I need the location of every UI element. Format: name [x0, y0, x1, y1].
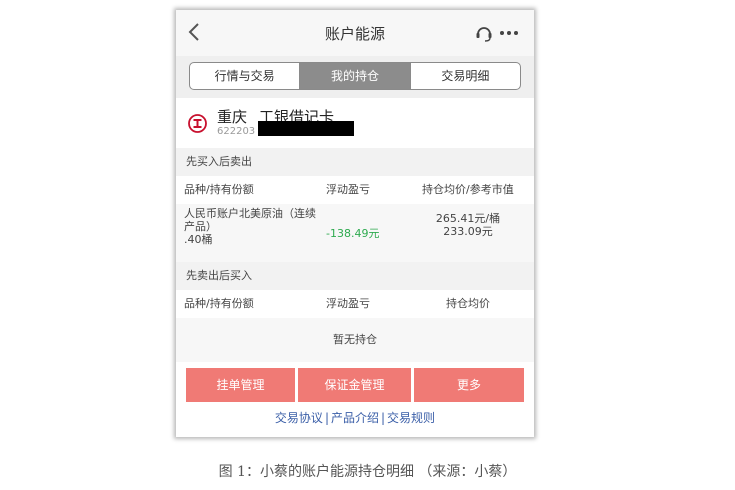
- more-button[interactable]: 更多: [414, 368, 524, 402]
- header-product: 品种/持有份额: [184, 297, 254, 310]
- action-bar: 挂单管理 保证金管理 更多: [186, 368, 524, 402]
- margin-management-button[interactable]: 保证金管理: [298, 368, 411, 402]
- tabs-bar: 行情与交易 我的持仓 交易明细: [176, 56, 534, 98]
- headset-icon[interactable]: [474, 23, 494, 43]
- sell-first-header: 品种/持有份额 浮动盈亏 持仓均价: [176, 290, 534, 318]
- header-product: 品种/持有份额: [184, 183, 254, 196]
- section-sell-first: 先卖出后买入: [176, 262, 534, 290]
- footer-links: 交易协议 | 产品介绍 | 交易规则: [176, 408, 534, 428]
- header-avg-price: 持仓均价: [446, 297, 490, 310]
- position-name: 人民币账户北美原油（连续 产品） .40桶: [184, 207, 324, 246]
- order-management-button[interactable]: 挂单管理: [186, 368, 295, 402]
- position-market-value: 233.09元: [443, 225, 493, 238]
- link-trade-agreement[interactable]: 交易协议: [275, 411, 323, 425]
- phone-screen: 账户能源 行情与交易 我的持仓 交易明细 重庆 工银借记卡 622203 先买入…: [176, 10, 534, 437]
- account-header: 重庆 工银借记卡 622203: [176, 98, 534, 148]
- more-dots-icon[interactable]: [498, 23, 520, 43]
- nav-bar: 账户能源: [176, 10, 534, 56]
- link-product-intro[interactable]: 产品介绍: [331, 411, 379, 425]
- segmented-tabs: 行情与交易 我的持仓 交易明细: [189, 62, 521, 90]
- redaction-bar: [258, 121, 354, 136]
- position-quantity: .40桶: [184, 233, 213, 246]
- link-trade-rules[interactable]: 交易规则: [387, 411, 435, 425]
- header-pnl: 浮动盈亏: [326, 183, 370, 196]
- header-pnl: 浮动盈亏: [326, 297, 370, 310]
- link-separator: |: [381, 411, 386, 425]
- section-buy-first: 先买入后卖出: [176, 148, 534, 176]
- position-pnl: -138.49元: [326, 227, 380, 240]
- header-avg-price: 持仓均价/参考市值: [422, 183, 514, 196]
- position-avg-price: 265.41元/桶 233.09元: [418, 212, 518, 238]
- tab-market-trade[interactable]: 行情与交易: [190, 63, 299, 89]
- tab-trade-details[interactable]: 交易明细: [409, 63, 520, 89]
- table-row[interactable]: 人民币账户北美原油（连续 产品） .40桶 -138.49元 265.41元/桶…: [176, 204, 534, 262]
- empty-state: 暂无持仓: [176, 318, 534, 362]
- icbc-logo-icon: [188, 114, 207, 133]
- buy-first-header: 品种/持有份额 浮动盈亏 持仓均价/参考市值: [176, 176, 534, 204]
- figure-caption: 图 1：小蔡的账户能源持仓明细 （来源：小蔡）: [218, 464, 517, 480]
- account-number: 622203: [217, 126, 256, 137]
- tab-my-positions[interactable]: 我的持仓: [299, 63, 410, 89]
- account-city: 重庆: [217, 108, 248, 126]
- link-separator: |: [324, 411, 329, 425]
